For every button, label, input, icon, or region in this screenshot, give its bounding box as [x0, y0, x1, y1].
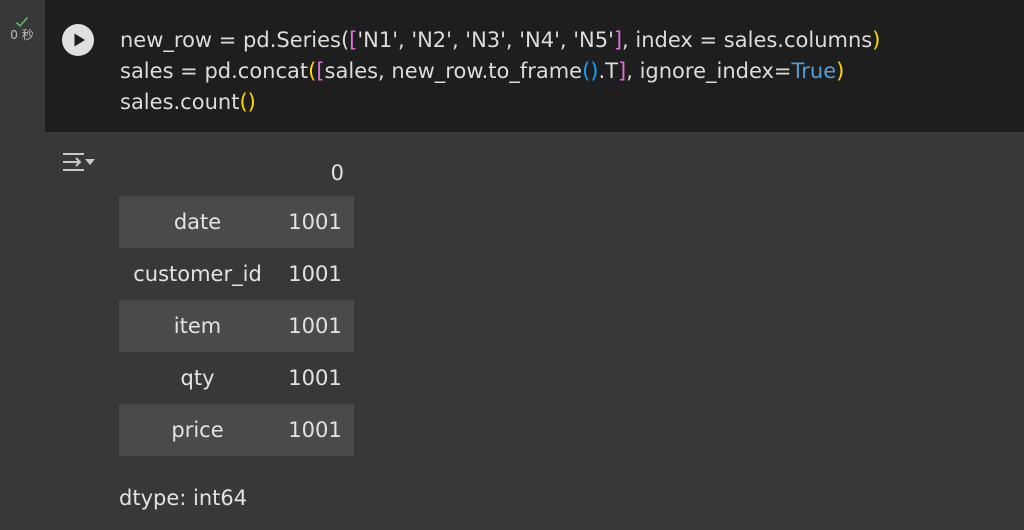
code-token: (): [239, 90, 256, 114]
code-editor[interactable]: new_row = pd.Series( [ 'N1', 'N2', 'N3', '…: [45, 0, 1024, 132]
code-token: sales = pd.concat: [120, 59, 309, 83]
row-value: 1001: [276, 196, 354, 248]
output-toggle-icon: [63, 153, 95, 171]
code-token: True: [791, 59, 837, 83]
code-token: 'N1', 'N2', 'N3', 'N4', 'N5': [357, 28, 614, 52]
code-token: .T: [598, 59, 619, 83]
code-token: sales.count: [120, 90, 240, 114]
dtype-label: dtype: int64: [119, 486, 248, 510]
row-index-label: price: [119, 404, 276, 456]
row-index-label: date: [119, 196, 276, 248]
row-index-label: customer_id: [133, 262, 262, 286]
table-header-row: 0: [119, 150, 354, 196]
row-value: 1001: [276, 300, 354, 352]
code-token: ]: [613, 28, 623, 52]
row-value: 1001: [288, 366, 342, 390]
code-token: [: [316, 59, 325, 83]
code-token: new_row = pd.Series(: [120, 28, 350, 52]
output-table: 0 date 1001 customer_id 1001 item 1001 q…: [119, 150, 354, 456]
code-token: (): [582, 59, 599, 83]
table-row: customer_id 1001: [119, 248, 354, 300]
play-icon: [74, 33, 85, 47]
row-value: 1001: [288, 262, 342, 286]
row-value: 1001: [276, 404, 354, 456]
code-text[interactable]: new_row = pd.Series( [ 'N1', 'N2', 'N3', '…: [120, 25, 880, 118]
code-token: , index = sales.columns: [622, 28, 873, 52]
column-header: 0: [330, 161, 344, 185]
code-line: new_row = pd.Series(['N1', 'N2', 'N3', '…: [120, 25, 880, 56]
code-line: sales = pd.concat([sales, new_row.to_fra…: [120, 56, 880, 87]
table-row: item 1001: [119, 300, 354, 352]
row-index-label: qty: [180, 366, 215, 390]
code-token: ]: [618, 59, 627, 83]
output-toggle-button[interactable]: [60, 148, 96, 178]
code-token: sales, new_row.to_frame: [324, 59, 583, 83]
table-row: date 1001: [119, 196, 354, 248]
cell-status: 0 秒: [0, 16, 44, 42]
row-index-label: item: [119, 300, 276, 352]
run-cell-button[interactable]: [62, 24, 94, 56]
notebook-cell: 0 秒 new_row = pd.Series( [ 'N1', 'N2', 'N3…: [0, 0, 1024, 530]
code-token: ): [872, 28, 881, 52]
index-header: [119, 150, 276, 196]
check-icon: [15, 16, 29, 28]
table-row: price 1001: [119, 404, 354, 456]
cell-output: 0 date 1001 customer_id 1001 item 1001 q…: [119, 150, 354, 456]
code-line: sales.count(): [120, 87, 880, 118]
code-token: , ignore_index=: [626, 59, 792, 83]
code-token: ): [836, 59, 845, 83]
execution-time: 0 秒: [10, 28, 34, 42]
table-row: qty 1001: [119, 352, 354, 404]
